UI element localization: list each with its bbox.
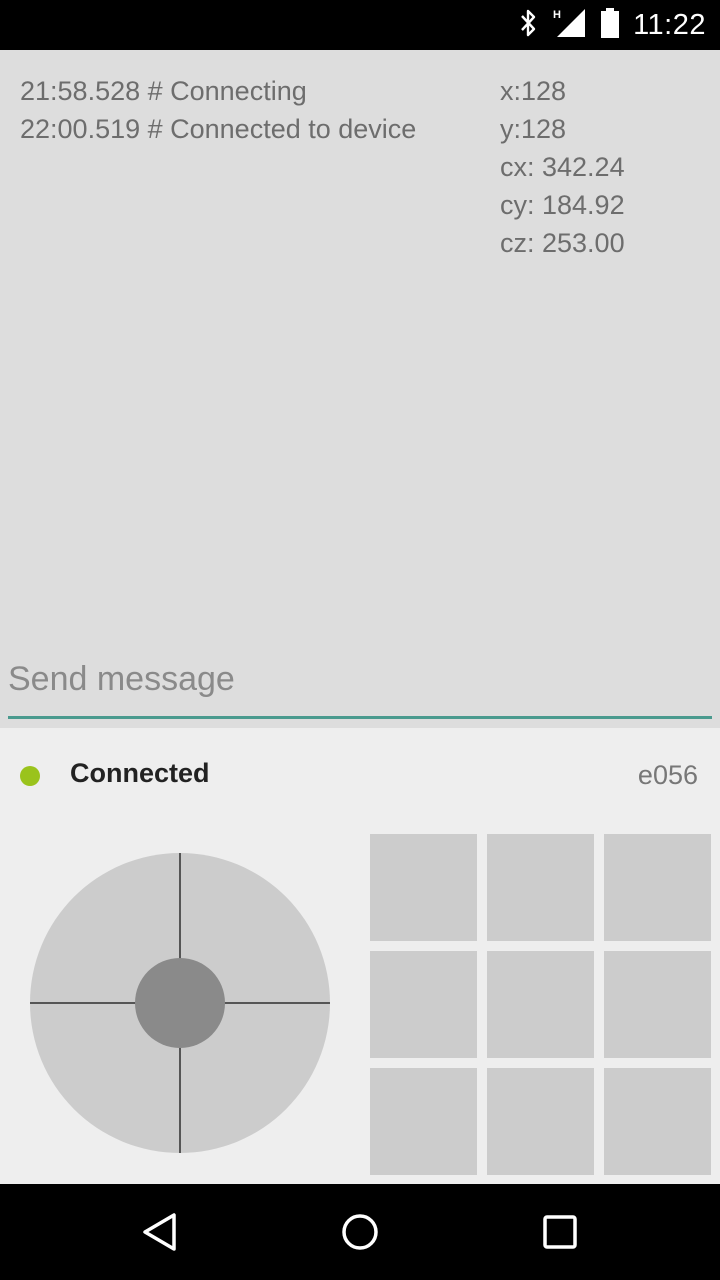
joystick-knob[interactable]	[135, 958, 225, 1048]
bluetooth-icon	[517, 8, 539, 42]
log-area: 21:58.528 # Connecting 22:00.519 # Conne…	[0, 50, 720, 642]
signal-h-icon: H	[553, 7, 587, 43]
send-message-input[interactable]	[8, 654, 712, 704]
sensor-readouts: x:128 y:128 cx: 342.24 cy: 184.92 cz: 25…	[500, 72, 625, 262]
navigation-bar	[0, 1184, 720, 1280]
button-grid	[370, 834, 711, 1175]
grid-button-9[interactable]	[604, 1068, 711, 1175]
recents-icon[interactable]	[540, 1212, 580, 1252]
readout-cx: cx: 342.24	[500, 152, 625, 182]
connection-status-dot	[20, 766, 40, 786]
readout-cz: cz: 253.00	[500, 228, 625, 258]
grid-button-4[interactable]	[370, 951, 477, 1058]
input-underline	[8, 716, 712, 719]
grid-button-6[interactable]	[604, 951, 711, 1058]
log-line: 22:00.519 # Connected to device	[20, 114, 417, 144]
readout-cy: cy: 184.92	[500, 190, 625, 220]
back-icon[interactable]	[140, 1212, 180, 1252]
svg-text:H: H	[553, 9, 561, 21]
grid-button-3[interactable]	[604, 834, 711, 941]
send-message-field	[8, 642, 712, 720]
status-bar: H 11:22	[0, 0, 720, 50]
readout-x: x:128	[500, 76, 567, 106]
grid-button-7[interactable]	[370, 1068, 477, 1175]
grid-button-8[interactable]	[487, 1068, 594, 1175]
grid-button-2[interactable]	[487, 834, 594, 941]
control-panel: Connected e056	[0, 728, 720, 1184]
log-list: 21:58.528 # Connecting 22:00.519 # Conne…	[20, 72, 416, 148]
grid-button-5[interactable]	[487, 951, 594, 1058]
device-id: e056	[637, 760, 698, 790]
battery-icon	[601, 8, 620, 42]
grid-button-1[interactable]	[370, 834, 477, 941]
home-icon[interactable]	[340, 1212, 380, 1252]
status-time: 11:22	[633, 8, 706, 41]
readout-y: y:128	[500, 114, 567, 144]
joystick-pad[interactable]	[30, 853, 330, 1153]
status-icons: H 11:22	[517, 0, 706, 50]
connection-status-label: Connected	[70, 758, 210, 788]
log-line: 21:58.528 # Connecting	[20, 76, 307, 106]
